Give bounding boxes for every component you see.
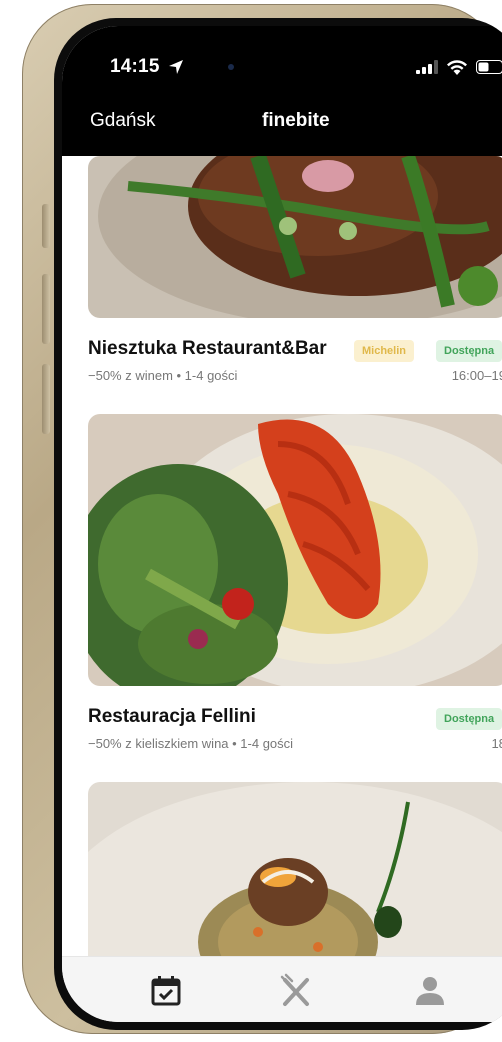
restaurant-name[interactable]: Restauracja Fellini (88, 706, 256, 728)
restaurant-offer: −50% z kieliszkiem wina • 1-4 gości (88, 736, 294, 751)
restaurant-photo[interactable] (88, 782, 502, 956)
volume-down-button (42, 364, 50, 434)
person-icon (416, 977, 444, 1005)
availability-badge: Dostępna (436, 708, 502, 730)
restaurant-name[interactable]: Niesztuka Restaurant&Bar (88, 338, 327, 360)
restaurant-feed[interactable]: Niesztuka Restaurant&Bar Michelin Dostęp… (62, 156, 502, 956)
restaurant-offer: −50% z winem • 1-4 gości (88, 368, 238, 383)
camera-dot (228, 64, 234, 70)
tab-restaurants[interactable] (276, 971, 316, 1011)
location-arrow-icon (169, 60, 183, 74)
michelin-badge: Michelin (354, 340, 415, 362)
volume-up-button (42, 274, 50, 344)
cellular-signal-icon (416, 60, 438, 74)
restaurant-hours: 16:00–19:00 (451, 368, 502, 383)
app-header: 14:15 Gdańsk finebite (62, 26, 502, 156)
restaurant-photo[interactable] (88, 414, 502, 686)
app-screen: 14:15 Gdańsk finebite Niesztuka Restaura… (62, 26, 502, 1022)
restaurant-photo[interactable] (88, 156, 502, 318)
battery-icon (476, 60, 502, 74)
phone-frame: 14:15 Gdańsk finebite Niesztuka Restaura… (22, 4, 502, 1034)
tab-bar (62, 956, 502, 1022)
availability-badge: Dostępna (436, 340, 502, 362)
wifi-icon (447, 60, 467, 75)
phone-bezel: 14:15 Gdańsk finebite Niesztuka Restaura… (54, 18, 502, 1030)
tab-reservations[interactable] (146, 971, 186, 1011)
app-title: finebite (262, 110, 330, 131)
status-time: 14:15 (110, 56, 160, 77)
calendar-check-icon (151, 976, 181, 1006)
city-selector[interactable]: Gdańsk (90, 110, 155, 132)
fork-knife-icon (280, 973, 309, 1006)
tab-profile[interactable] (410, 971, 450, 1011)
restaurant-hours: 18:00 (491, 736, 502, 751)
mute-switch (42, 204, 50, 248)
